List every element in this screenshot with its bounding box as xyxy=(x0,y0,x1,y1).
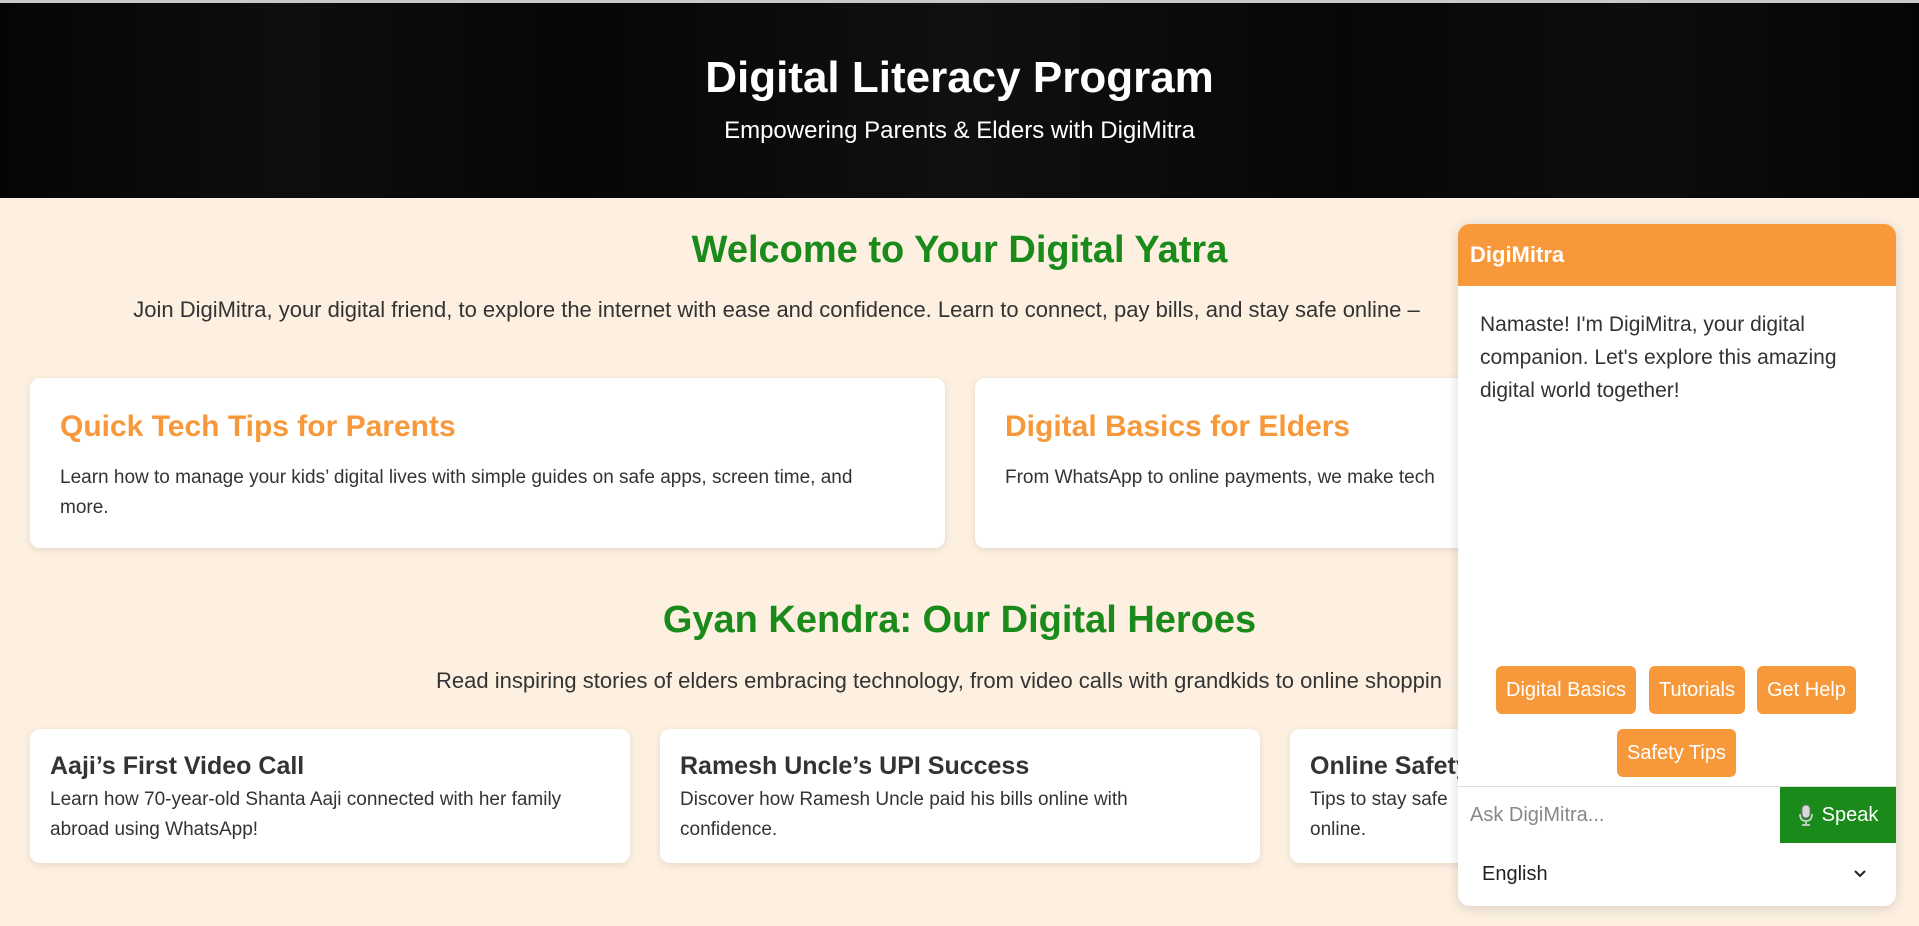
language-selected-value: English xyxy=(1482,863,1548,885)
feature-card-title: Digital Basics for Elders xyxy=(1005,410,1351,443)
story-text: Learn how 70-year-old Shanta Aaji connec… xyxy=(50,789,562,840)
quick-reply-tutorials[interactable]: Tutorials xyxy=(1649,666,1745,714)
speak-button[interactable]: Speak xyxy=(1780,787,1896,843)
quick-reply-get-help[interactable]: Get Help xyxy=(1757,666,1856,714)
language-row: English xyxy=(1458,844,1896,906)
hero-title: Digital Literacy Program xyxy=(705,53,1214,102)
quick-reply-safety-tips[interactable]: Safety Tips xyxy=(1617,729,1736,777)
chat-input[interactable] xyxy=(1458,787,1780,843)
story-title: Aaji’s First Video Call xyxy=(50,752,305,780)
chevron-down-icon xyxy=(1852,852,1868,896)
story-card-ramesh: Ramesh Uncle’s UPI Success Discover how … xyxy=(660,729,1260,863)
microphone-icon xyxy=(1798,804,1814,826)
story-card-aaji: Aaji’s First Video Call Learn how 70-yea… xyxy=(30,729,630,863)
speak-label: Speak xyxy=(1821,803,1879,826)
story-title: Online Safety xyxy=(1310,752,1470,780)
language-select[interactable]: English xyxy=(1482,852,1868,896)
chat-widget: DigiMitra Namaste! I'm DigiMitra, your d… xyxy=(1458,224,1896,906)
feature-card-parents: Quick Tech Tips for Parents Learn how to… xyxy=(30,378,945,548)
feature-card-text: Learn how to manage your kids’ digital l… xyxy=(60,467,853,518)
chat-header: DigiMitra xyxy=(1458,224,1896,286)
story-title: Ramesh Uncle’s UPI Success xyxy=(680,752,1030,780)
chat-input-row: Speak xyxy=(1458,786,1896,843)
quick-reply-digital-basics[interactable]: Digital Basics xyxy=(1496,666,1637,714)
heroes-description: Read inspiring stories of elders embraci… xyxy=(436,668,1443,693)
story-text: Tips to stay safe online. xyxy=(1310,789,1448,840)
feature-card-title: Quick Tech Tips for Parents xyxy=(60,410,456,443)
chat-bot-message: Namaste! I'm DigiMitra, your digital com… xyxy=(1480,313,1837,402)
story-text: Discover how Ramesh Uncle paid his bills… xyxy=(680,789,1128,840)
hero-subtitle: Empowering Parents & Elders with DigiMit… xyxy=(724,117,1195,144)
hero-banner: Digital Literacy Program Empowering Pare… xyxy=(0,3,1919,198)
